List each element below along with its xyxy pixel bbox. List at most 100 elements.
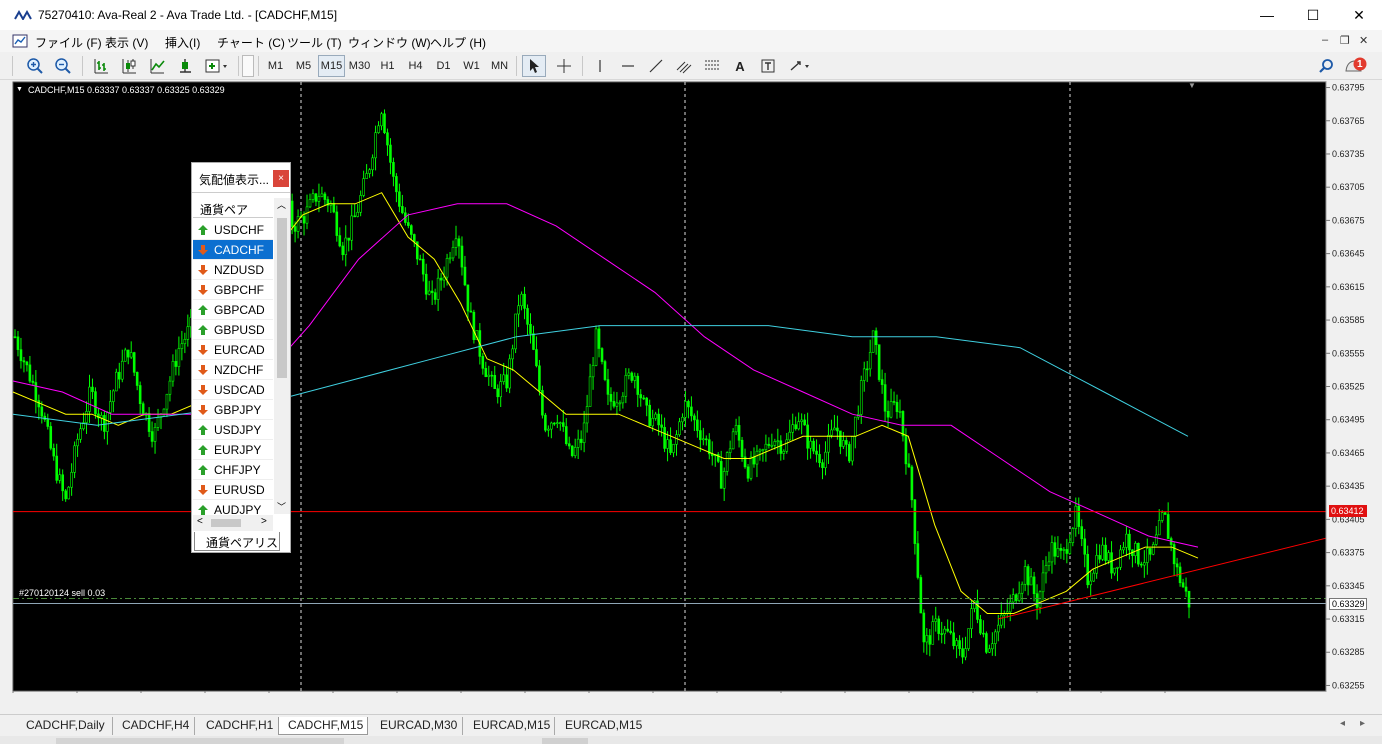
candle-body <box>922 612 926 643</box>
menu-chart[interactable]: チャート (C) <box>217 34 285 51</box>
tab-cadchf-daily[interactable]: CADCHF,Daily <box>18 717 110 735</box>
watch-row-gbpusd[interactable]: GBPUSD <box>193 320 273 340</box>
tab-cadchf-h4[interactable]: CADCHF,H4 <box>112 717 192 735</box>
tf-m5-button[interactable]: M5 <box>290 55 317 77</box>
watch-vertical-scrollbar[interactable]: ︿ ﹀ <box>274 198 290 514</box>
watch-row-usdjpy[interactable]: USDJPY <box>193 420 273 440</box>
watch-row-eurcad[interactable]: EURCAD <box>193 340 273 360</box>
symbol-list: USDCHF CADCHF NZDUSD GBPCHF GBPCAD GBPUSD EURC… <box>193 220 273 520</box>
candle-body <box>353 215 356 218</box>
close-button[interactable]: ✕ <box>1336 0 1382 30</box>
tf-m1-button[interactable]: M1 <box>262 55 289 77</box>
tf-w1-button[interactable]: W1 <box>458 55 485 77</box>
watch-row-usdchf[interactable]: USDCHF <box>193 220 273 240</box>
menu-insert[interactable]: 挿入(I) <box>165 34 200 51</box>
maximize-button[interactable]: ☐ <box>1290 0 1336 30</box>
tf-m30-button[interactable]: M30 <box>346 55 373 77</box>
chart-shift-icon[interactable] <box>242 55 254 77</box>
shift-marker-icon[interactable]: ▼ <box>1188 81 1196 90</box>
candle-body <box>916 543 920 578</box>
line-chart-icon[interactable] <box>146 55 168 77</box>
new-chart-dropdown-icon[interactable] <box>202 55 232 77</box>
zoom-out-icon[interactable] <box>52 55 74 77</box>
candle-body <box>317 196 321 202</box>
equidistant-channel-tool-icon[interactable] <box>672 55 696 77</box>
candle-body <box>576 438 580 448</box>
search-icon[interactable] <box>1316 55 1336 77</box>
tab-eurcad-m30[interactable]: EURCAD,M30 <box>370 717 460 735</box>
tab-eurcad-m15-2[interactable]: EURCAD,M15 <box>554 717 648 735</box>
symbol-column-header[interactable]: 通貨ペア <box>193 198 273 218</box>
mdi-restore-icon[interactable]: ❐ <box>1340 34 1350 47</box>
tabs-right-arrow-icon[interactable]: ▸ <box>1360 718 1365 729</box>
tab-eurcad-m15[interactable]: EURCAD,M15 <box>462 717 552 735</box>
menu-file[interactable]: ファイル (F) <box>35 34 102 51</box>
watch-row-gbpjpy[interactable]: GBPJPY <box>193 400 273 420</box>
scroll-left-icon[interactable]: < <box>197 516 203 527</box>
notifications-icon[interactable]: 1 <box>1342 55 1370 77</box>
market-watch-panel[interactable]: 気配値表示... × 通貨ペア USDCHF CADCHF NZDUSD GBPCHF… <box>191 162 291 567</box>
watch-row-gbpchf[interactable]: GBPCHF <box>193 280 273 300</box>
mdi-close-icon[interactable]: ✕ <box>1359 34 1368 47</box>
candle-body <box>88 386 91 412</box>
candle-body <box>675 434 678 445</box>
tab-cadchf-h1[interactable]: CADCHF,H1 <box>194 717 274 735</box>
tabs-left-arrow-icon[interactable]: ◂ <box>1340 718 1345 729</box>
watch-horizontal-scrollbar[interactable]: < > <box>193 515 273 531</box>
candle-body <box>73 445 76 473</box>
auto-scroll-icon[interactable] <box>174 55 196 77</box>
symbol-name: EURJPY <box>214 443 262 457</box>
watch-row-gbpcad[interactable]: GBPCAD <box>193 300 273 320</box>
market-watch-header[interactable]: 気配値表示... × <box>192 163 290 193</box>
mdi-minimize-icon[interactable]: – <box>1322 34 1328 46</box>
bar-chart-icon[interactable] <box>90 55 112 77</box>
candle-body <box>502 374 505 382</box>
watch-row-usdcad[interactable]: USDCAD <box>193 380 273 400</box>
scroll-right-icon[interactable]: > <box>261 516 267 527</box>
candlestick-chart-icon[interactable] <box>118 55 140 77</box>
watch-row-nzdchf[interactable]: NZDCHF <box>193 360 273 380</box>
tf-mn-button[interactable]: MN <box>486 55 513 77</box>
trendline-tool-icon[interactable] <box>644 55 668 77</box>
watch-row-eurjpy[interactable]: EURJPY <box>193 440 273 460</box>
watch-row-nzdusd[interactable]: NZDUSD <box>193 260 273 280</box>
tf-d1-button[interactable]: D1 <box>430 55 457 77</box>
tf-h4-button[interactable]: H4 <box>402 55 429 77</box>
text-label-tool-icon[interactable] <box>756 55 780 77</box>
candle-body <box>639 394 643 399</box>
watch-row-cadchf[interactable]: CADCHF <box>193 240 273 260</box>
candle-body <box>1125 533 1128 548</box>
tf-m15-button[interactable]: M15 <box>318 55 345 77</box>
candle-body <box>597 328 601 349</box>
scroll-down-icon[interactable]: ﹀ <box>277 500 286 513</box>
hscroll-thumb[interactable] <box>211 519 241 527</box>
zoom-in-icon[interactable] <box>24 55 46 77</box>
arrows-dropdown-icon[interactable] <box>786 55 816 77</box>
horizontal-line-tool-icon[interactable] <box>616 55 640 77</box>
candle-body <box>356 211 359 217</box>
watch-row-chfjpy[interactable]: CHFJPY <box>193 460 273 480</box>
fibonacci-tool-icon[interactable] <box>700 55 724 77</box>
minimize-button[interactable]: — <box>1244 0 1290 30</box>
tab-cadchf-m15[interactable]: CADCHF,M15 <box>278 717 368 735</box>
candle-body <box>451 247 455 259</box>
menu-view[interactable]: 表示 (V) <box>105 34 148 51</box>
tf-h1-button[interactable]: H1 <box>374 55 401 77</box>
menu-window[interactable]: ウィンドウ (W) <box>348 34 431 51</box>
cursor-tool-icon[interactable] <box>522 55 546 77</box>
vertical-line-tool-icon[interactable] <box>588 55 612 77</box>
menu-tools[interactable]: ツール (T) <box>287 34 342 51</box>
candle-body <box>684 401 687 418</box>
candle-body <box>508 358 511 389</box>
menu-help[interactable]: ヘルプ (H) <box>430 34 486 51</box>
symbols-tab[interactable]: 通貨ペアリスト <box>194 532 280 567</box>
chart-menu-arrow-icon[interactable]: ▼ <box>16 86 23 93</box>
candle-body <box>925 635 929 643</box>
scroll-thumb[interactable] <box>277 218 287 378</box>
crosshair-tool-icon[interactable] <box>552 55 576 77</box>
watch-row-eurusd[interactable]: EURUSD <box>193 480 273 500</box>
candle-body <box>1074 505 1078 529</box>
scroll-up-icon[interactable]: ︿ <box>277 198 286 211</box>
text-tool-icon[interactable]: A <box>728 55 752 77</box>
market-watch-close-button[interactable]: × <box>273 170 289 187</box>
